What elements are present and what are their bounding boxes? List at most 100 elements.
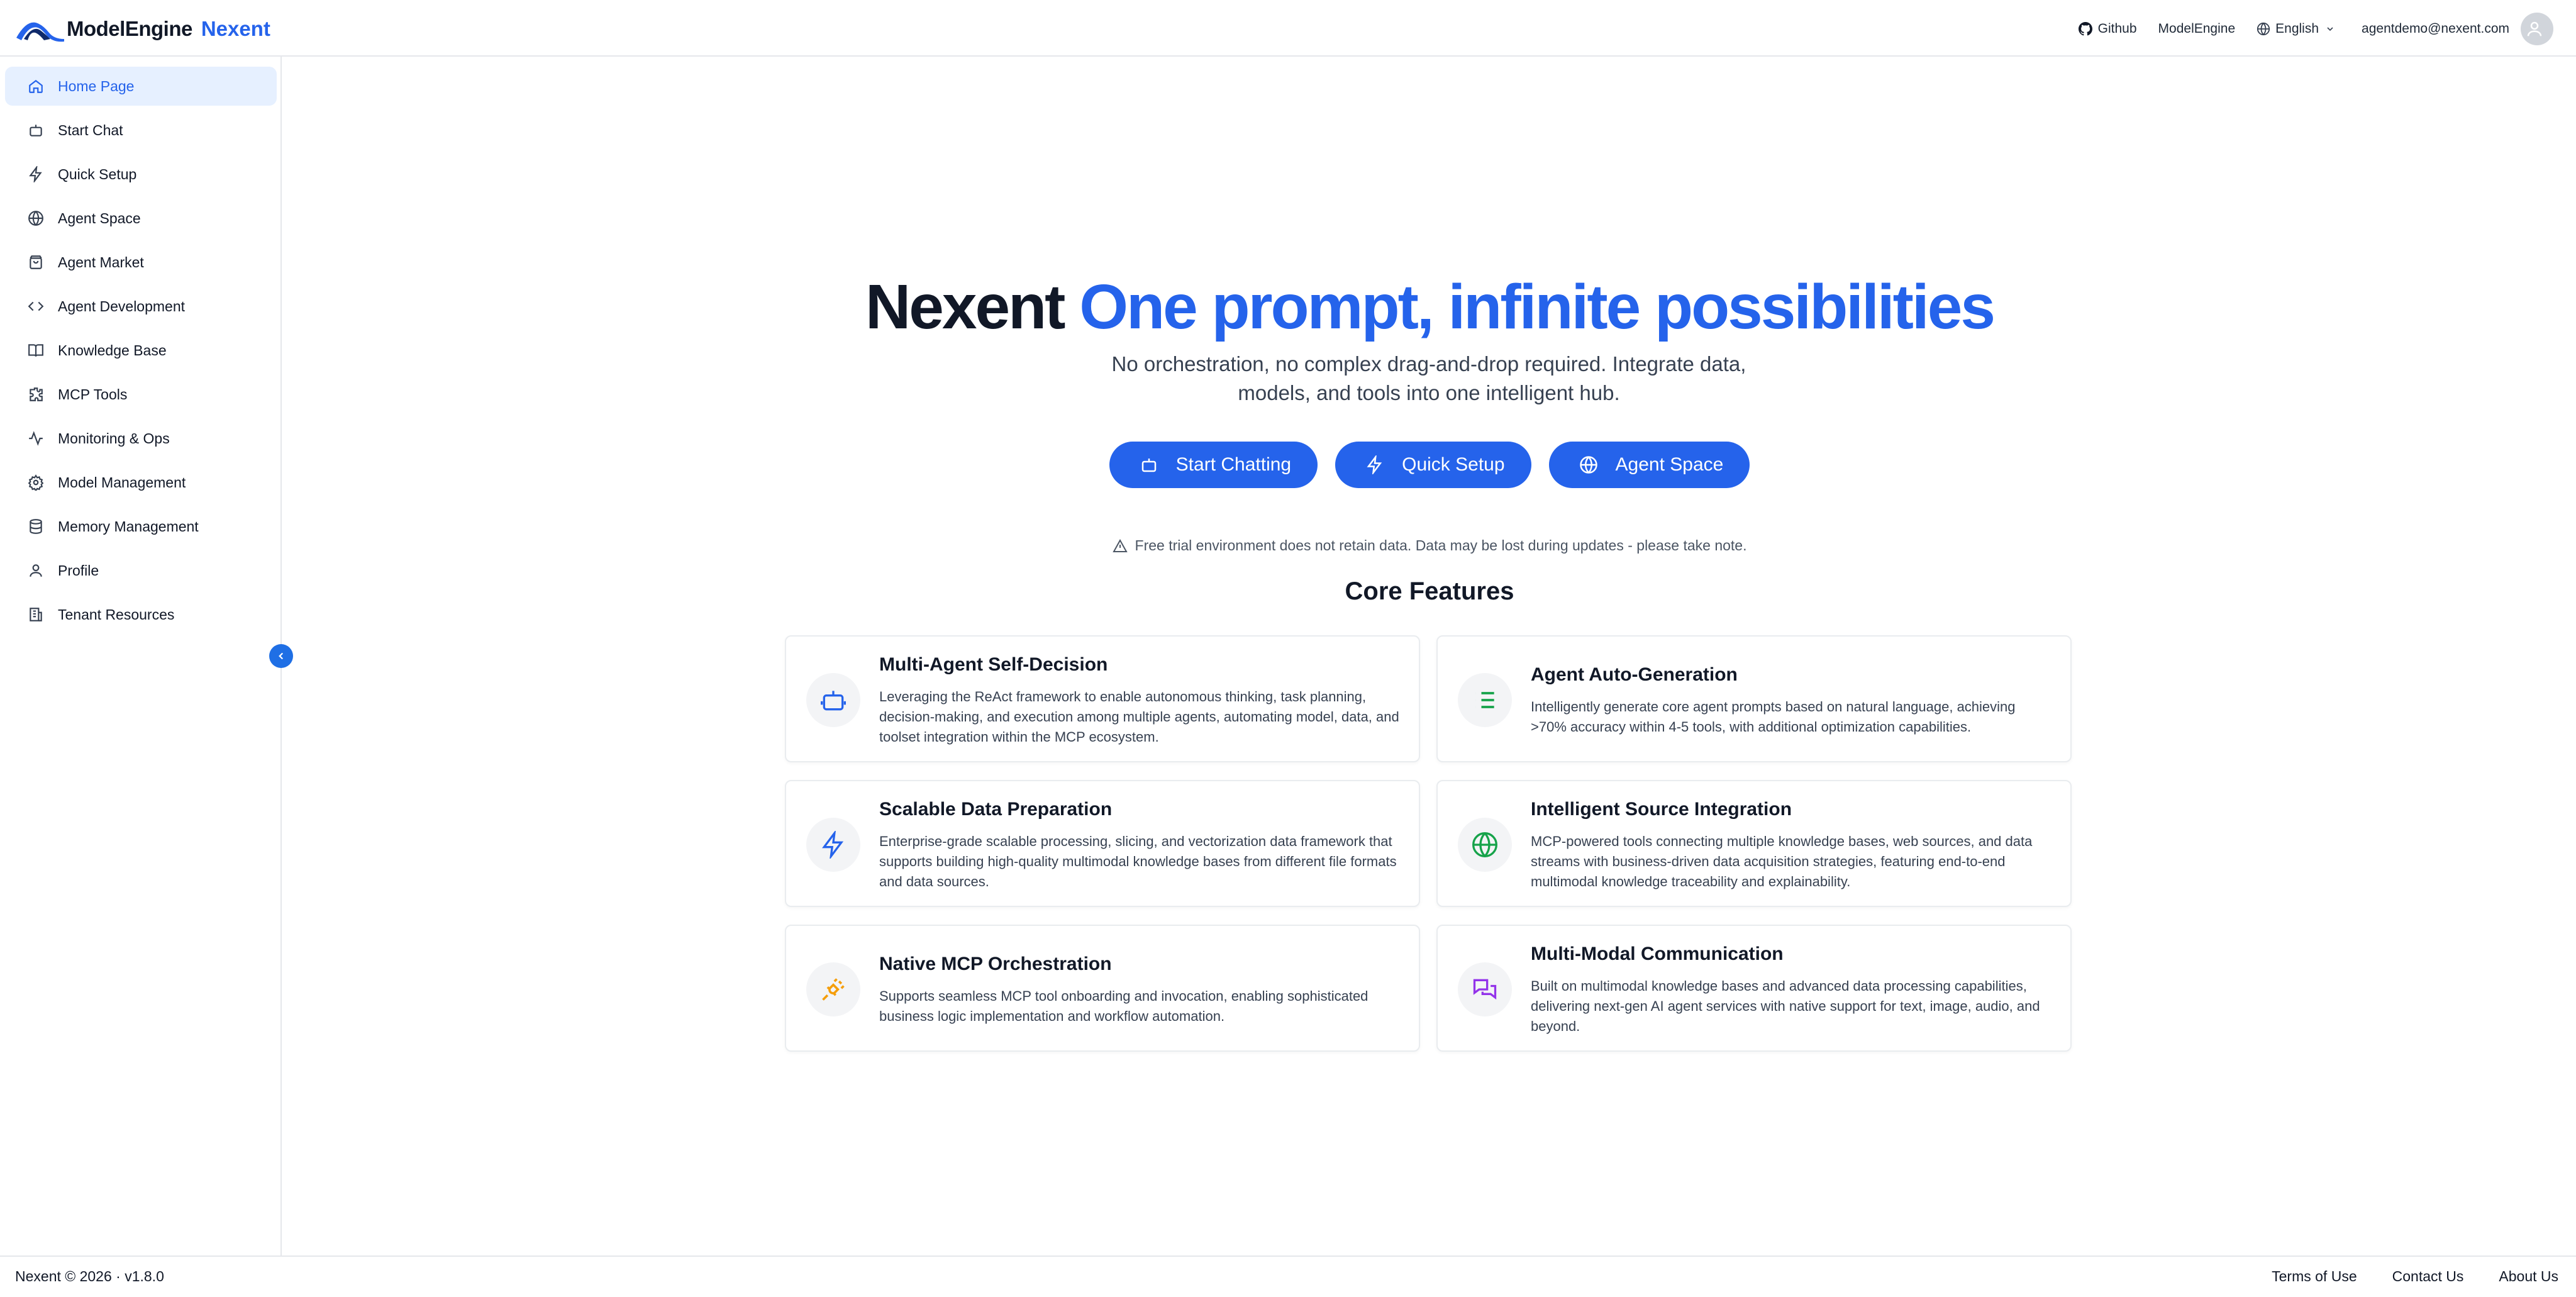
settings-icon xyxy=(28,474,44,491)
contact-link[interactable]: Contact Us xyxy=(2392,1268,2464,1285)
sidebar-item-label: Memory Management xyxy=(58,518,199,535)
feature-description: Enterprise-grade scalable processing, sl… xyxy=(879,833,1397,889)
about-link[interactable]: About Us xyxy=(2499,1268,2558,1285)
sidebar-item-label: Tenant Resources xyxy=(58,606,175,623)
robot-icon xyxy=(821,691,846,711)
trial-notice: Free trial environment does not retain d… xyxy=(283,537,2576,554)
modelengine-logo-icon xyxy=(16,22,64,42)
lightning-icon xyxy=(29,166,42,182)
feature-title: Intelligent Source Integration xyxy=(1531,799,1792,820)
trial-notice-text: Free trial environment does not retain d… xyxy=(1135,537,1747,554)
hero-title-tagline: One prompt, infinite possibilities xyxy=(1079,272,1996,342)
chevron-left-icon xyxy=(279,652,284,660)
sidebar-item-label: Monitoring & Ops xyxy=(58,430,170,447)
user-icon xyxy=(30,564,42,577)
feature-title: Multi-Modal Communication xyxy=(1531,944,1784,964)
sidebar: Home Page Start Chat Quick Setup Agent S… xyxy=(0,57,282,1255)
sidebar-item-start-chat[interactable]: Start Chat xyxy=(5,111,277,150)
brand-name: Nexent xyxy=(201,17,270,40)
activity-icon xyxy=(29,431,43,446)
sidebar-item-agent-space[interactable]: Agent Space xyxy=(5,199,277,238)
sidebar-item-label: MCP Tools xyxy=(58,386,128,403)
sidebar-item-label: Profile xyxy=(58,562,99,579)
hero-title: Nexent One prompt, infinite possibilitie… xyxy=(283,269,2576,345)
sidebar-item-label: Agent Development xyxy=(58,298,186,315)
sidebar-item-monitoring-ops[interactable]: Monitoring & Ops xyxy=(5,419,277,458)
footer: Nexent © 2026 · v1.8.0 Terms of Use Cont… xyxy=(0,1255,2576,1297)
language-label: English xyxy=(2275,21,2319,36)
quick-setup-label: Quick Setup xyxy=(1402,454,1505,475)
feature-icon-circle xyxy=(806,818,860,872)
sidebar-item-label: Agent Market xyxy=(58,253,144,270)
building-icon xyxy=(30,608,42,621)
sidebar-item-profile[interactable]: Profile xyxy=(5,551,277,590)
sidebar-item-model-management[interactable]: Model Management xyxy=(5,463,277,502)
lightning-icon xyxy=(1367,455,1382,474)
modelengine-link[interactable]: ModelEngine xyxy=(2158,21,2236,36)
robot-icon xyxy=(30,125,42,136)
sidebar-item-label: Agent Space xyxy=(58,209,141,226)
feature-icon-circle xyxy=(1458,818,1512,872)
feature-card: Intelligent Source Integration MCP-power… xyxy=(1436,780,2072,907)
warning-icon xyxy=(1112,538,1128,552)
puzzle-icon xyxy=(30,387,43,401)
home-icon xyxy=(29,79,43,93)
sidebar-item-home-page[interactable]: Home Page xyxy=(5,67,277,106)
chat-bubbles-icon xyxy=(1473,979,1497,1000)
feature-title: Agent Auto-Generation xyxy=(1531,664,1738,685)
user-icon xyxy=(2527,21,2542,36)
language-selector[interactable]: English xyxy=(2257,21,2340,36)
feature-description: MCP-powered tools connecting multiple kn… xyxy=(1531,833,2033,889)
feature-title: Multi-Agent Self-Decision xyxy=(879,654,1108,675)
sidebar-item-agent-market[interactable]: Agent Market xyxy=(5,243,277,282)
feature-icon-circle xyxy=(806,673,860,727)
database-icon xyxy=(30,519,42,534)
logo[interactable]: ModelEngine Nexent xyxy=(15,11,270,47)
globe-icon xyxy=(1472,832,1497,857)
feature-icon-circle xyxy=(1458,673,1512,727)
sidebar-item-label: Home Page xyxy=(58,77,135,94)
sidebar-item-tenant-resources[interactable]: Tenant Resources xyxy=(5,595,277,634)
code-icon xyxy=(28,301,44,311)
copyright: Nexent © 2026 · v1.8.0 xyxy=(15,1268,164,1284)
modelengine-label: ModelEngine xyxy=(2158,21,2236,36)
feature-card: Native MCP Orchestration Supports seamle… xyxy=(785,925,1420,1052)
core-features-title: Core Features xyxy=(1345,577,1514,605)
book-icon xyxy=(28,344,43,357)
sidebar-item-label: Knowledge Base xyxy=(58,342,167,359)
sidebar-item-mcp-tools[interactable]: MCP Tools xyxy=(5,375,277,414)
feature-icon-circle xyxy=(806,962,860,1016)
logo-text: ModelEngine xyxy=(67,17,192,40)
robot-icon xyxy=(1141,459,1156,472)
user-menu[interactable]: agentdemo@nexent.com xyxy=(2362,13,2553,45)
sidebar-item-knowledge-base[interactable]: Knowledge Base xyxy=(5,331,277,370)
lightning-icon xyxy=(822,831,844,859)
github-icon xyxy=(2078,22,2092,36)
github-label: Github xyxy=(2097,21,2137,36)
hero-title-brand: Nexent xyxy=(865,272,1065,342)
github-link[interactable]: Github xyxy=(2078,21,2137,36)
feature-card: Scalable Data Preparation Enterprise-gra… xyxy=(785,780,1420,907)
feature-description: Built on multimodal knowledge bases and … xyxy=(1531,978,2040,1034)
globe-icon xyxy=(28,211,43,226)
agent-space-label: Agent Space xyxy=(1615,454,1724,475)
quick-setup-button[interactable]: Quick Setup xyxy=(1335,442,1531,488)
sidebar-item-agent-development[interactable]: Agent Development xyxy=(5,287,277,326)
sidebar-collapse-button[interactable] xyxy=(269,644,293,668)
hero-subtitle: No orchestration, no complex drag-and-dr… xyxy=(1111,352,1746,404)
agent-space-button[interactable]: Agent Space xyxy=(1548,442,1750,488)
feature-description: Supports seamless MCP tool onboarding an… xyxy=(879,988,1368,1024)
feature-card: Multi-Modal Communication Built on multi… xyxy=(1436,925,2072,1052)
avatar[interactable] xyxy=(2521,13,2553,45)
globe-icon xyxy=(1579,456,1597,474)
start-chatting-label: Start Chatting xyxy=(1175,454,1292,475)
shopping-bag-icon xyxy=(30,255,42,269)
feature-card: Agent Auto-Generation Intelligently gene… xyxy=(1436,635,2072,762)
sidebar-item-quick-setup[interactable]: Quick Setup xyxy=(5,155,277,194)
list-icon xyxy=(1475,692,1494,708)
start-chatting-button[interactable]: Start Chatting xyxy=(1109,442,1318,488)
feature-description: Leveraging the ReAct framework to enable… xyxy=(879,689,1399,745)
sidebar-item-memory-management[interactable]: Memory Management xyxy=(5,507,277,546)
terms-link[interactable]: Terms of Use xyxy=(2272,1268,2357,1285)
sidebar-item-label: Start Chat xyxy=(58,121,123,138)
